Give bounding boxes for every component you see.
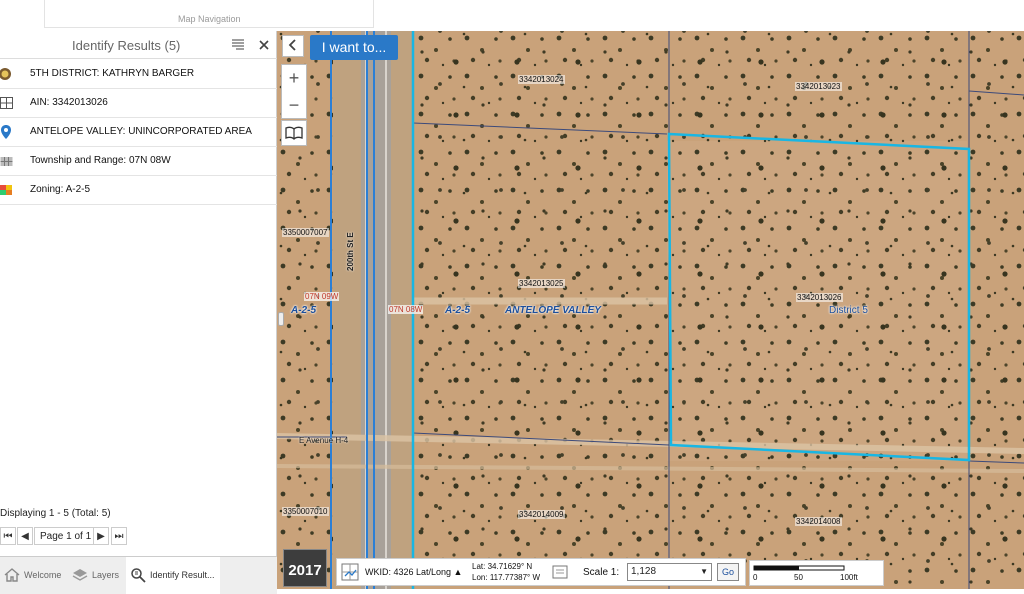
parcel-label: 3342014008 <box>795 517 842 526</box>
parcel-grid-icon <box>0 95 14 111</box>
i-want-to-button[interactable]: I want to... <box>310 35 398 60</box>
result-row-ain[interactable]: AIN: 3342013026 <box>0 89 277 118</box>
last-page-button[interactable]: ⏭ <box>111 527 127 545</box>
location-pin-icon <box>0 124 14 140</box>
map-grid-icon[interactable] <box>341 563 359 581</box>
map-view[interactable]: 3342013024 3342013023 3350007007 3342013… <box>277 31 1024 589</box>
township-icon <box>0 153 14 169</box>
pager: ⏮ ◀ Page 1 of 1 ▶ ⏭ <box>0 527 277 545</box>
chevron-down-icon: ▼ <box>700 567 708 576</box>
map-navigation-label: Map Navigation <box>178 14 241 24</box>
scale-label: Scale 1: <box>583 567 620 578</box>
results-list: 5TH DISTRICT: KATHRYN BARGER AIN: 334201… <box>0 60 277 205</box>
result-row-township[interactable]: Township and Range: 07N 08W <box>0 147 277 176</box>
prev-page-button[interactable]: ◀ <box>17 527 33 545</box>
app-root: Map Navigation Identify Results (5) 5TH … <box>0 0 1024 594</box>
next-page-button[interactable]: ▶ <box>93 527 109 545</box>
longitude-readout: Lon: 117.77387° W <box>472 573 540 582</box>
result-label: ANTELOPE VALLEY: UNINCORPORATED AREA <box>30 126 252 137</box>
result-label: Township and Range: 07N 08W <box>30 155 171 166</box>
tab-identify-results[interactable]: Identify Result... <box>126 557 220 594</box>
result-row-zoning[interactable]: Zoning: A-2-5 <box>0 176 277 205</box>
parcel-label: 3342013026 <box>796 293 843 302</box>
scale-select[interactable]: 1,128 ▼ <box>627 563 712 581</box>
scale-tick: 100ft <box>840 573 858 582</box>
zoning-label: A-2-5 <box>445 305 471 316</box>
lon-label: Lon: <box>472 573 488 582</box>
lon-value: 117.77387° W <box>489 573 541 582</box>
identify-results-panel: Identify Results (5) 5TH DISTRICT: KATHR… <box>0 31 277 594</box>
lat-label: Lat: <box>472 562 486 571</box>
wkid-selector[interactable]: WKID: 4326 Lat/Long ▲ <box>365 567 462 577</box>
parcel-label: 3350007010 <box>282 507 329 516</box>
parcel-label: 3342013024 <box>518 75 565 84</box>
lat-value: 34.71629° N <box>487 562 533 571</box>
panel-title: Identify Results (5) <box>72 38 181 53</box>
panel-header: Identify Results (5) <box>0 31 277 59</box>
parcel-label: 3342013025 <box>518 279 565 288</box>
result-row-district[interactable]: 5TH DISTRICT: KATHRYN BARGER <box>0 60 277 89</box>
panel-resize-handle[interactable] <box>278 312 284 326</box>
close-icon[interactable] <box>256 37 272 53</box>
scale-value: 1,128 <box>631 566 657 577</box>
scale-tick: 0 <box>753 573 758 582</box>
zoom-in-button[interactable]: + <box>282 65 306 91</box>
district-label: District 5 <box>829 305 868 316</box>
collapse-panel-button[interactable] <box>282 35 304 57</box>
go-button[interactable]: Go <box>717 563 739 581</box>
zoom-control: + − <box>281 64 307 119</box>
result-label: Zoning: A-2-5 <box>30 184 91 195</box>
scale-bar-graphic <box>753 565 845 571</box>
bottom-tabs: Welcome Layers Identify Result... <box>0 556 277 594</box>
scale-tick: 50 <box>794 573 803 582</box>
tab-label: Identify Result... <box>150 570 215 580</box>
top-bar: Map Navigation <box>0 0 1024 31</box>
road-label-horizontal: E Avenue H-4 <box>299 436 349 445</box>
zoning-icon <box>0 182 14 198</box>
result-label: AIN: 3342013026 <box>30 97 108 108</box>
scale-bar: 0 50 100ft <box>749 560 884 586</box>
area-name-label: ANTELOPE VALLEY <box>505 305 601 316</box>
first-page-button[interactable]: ⏮ <box>0 527 16 545</box>
home-icon <box>4 567 20 583</box>
parcel-label: 3350007007 <box>282 228 329 237</box>
road-label-vertical: 200th St E <box>346 232 355 271</box>
district-seal-icon <box>0 66 14 82</box>
bookmarks-button[interactable] <box>281 120 307 146</box>
parcel-label: 3342014009 <box>518 510 565 519</box>
township-label: 07N 08W <box>388 305 424 314</box>
latitude-readout: Lat: 34.71629° N <box>472 562 532 571</box>
tab-label: Welcome <box>24 570 62 580</box>
tab-welcome[interactable]: Welcome <box>0 557 66 594</box>
result-row-area[interactable]: ANTELOPE VALLEY: UNINCORPORATED AREA <box>0 118 277 147</box>
layers-icon <box>72 567 88 583</box>
book-icon <box>285 126 303 140</box>
township-label: 07N 09W <box>304 292 340 301</box>
parcel-label: 3342013023 <box>795 82 842 91</box>
list-menu-icon[interactable] <box>230 37 246 53</box>
identify-icon <box>130 567 146 583</box>
copy-coordinates-icon[interactable] <box>552 565 568 579</box>
page-label: Page 1 of 1 <box>34 527 98 545</box>
tab-label: Layers <box>92 570 120 580</box>
imagery-year-button[interactable]: 2017 <box>283 549 327 587</box>
zoom-out-button[interactable]: − <box>282 92 306 118</box>
display-count: Displaying 1 - 5 (Total: 5) <box>0 508 111 519</box>
zoning-label: A-2-5 <box>291 305 317 316</box>
tab-layers[interactable]: Layers <box>68 557 126 594</box>
result-label: 5TH DISTRICT: KATHRYN BARGER <box>30 68 195 79</box>
chevron-left-icon <box>288 39 296 51</box>
